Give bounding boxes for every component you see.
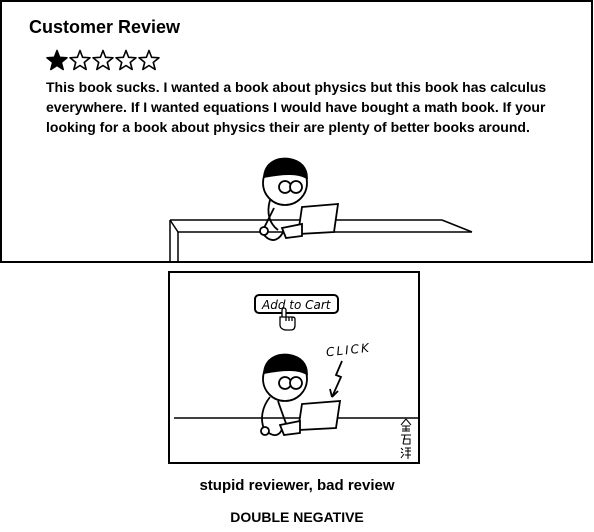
laptop (280, 203, 340, 239)
click-zigzag (329, 360, 343, 398)
artist-signature (400, 418, 412, 459)
purchase-panel: Add to Cart CLICK (168, 271, 420, 464)
hand-cursor-icon (279, 307, 296, 331)
reviewer-desk-illustration (169, 157, 473, 261)
comic-title: DOUBLE NEGATIVE (230, 509, 364, 525)
purchase-illustration (174, 307, 418, 436)
review-panel: Customer Review This book sucks. I wante… (0, 0, 593, 263)
comic-subtitle: stupid reviewer, bad review (199, 477, 395, 494)
